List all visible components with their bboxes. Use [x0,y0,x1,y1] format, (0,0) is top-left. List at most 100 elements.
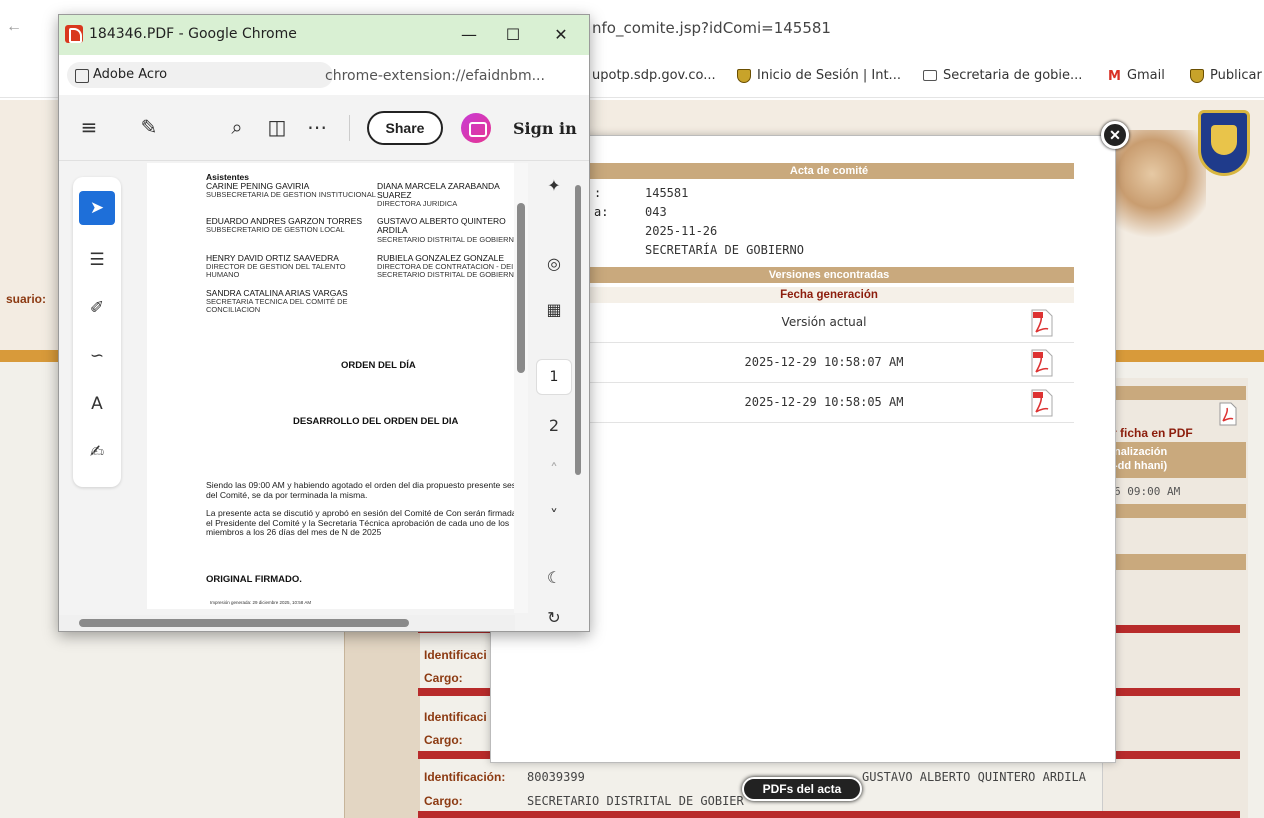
bookmark-sdp[interactable]: upotp.sdp.gov.co... [592,68,716,83]
attendee-role: SECRETARIA TECNICA DEL COMITÉ DE CONCILI… [206,297,348,314]
thumbnails-icon[interactable]: ▦ [536,293,572,327]
page-down-icon[interactable]: ˅ [536,499,572,533]
nombre-value: GUSTAVO ALBERTO QUINTERO ARDILA [862,770,1086,784]
versiones-title-bar: Versiones encontradas [584,267,1074,283]
share-button[interactable]: Share [367,111,443,145]
page-url[interactable]: nfo_comite.jsp?idComi=145581 [592,19,831,37]
identificacion-label: Identificación: [424,770,506,784]
toolbar-divider [349,115,350,141]
pdfs-del-acta-badge: PDFs del acta [742,777,862,801]
panel-strip [1110,554,1246,570]
identificacion-value: 80039399 [527,770,585,784]
version-date: Versión actual [781,315,867,329]
menu-icon[interactable]: ≡ [75,113,103,141]
page-2-button[interactable]: 2 [536,409,572,443]
attendee-role: SUBSECRETARIA DE GESTION INSTITUCIONAL [206,190,376,199]
rail-scrollbar[interactable] [573,165,583,615]
acta-id-value: 145581 [645,186,689,200]
comment-icon[interactable]: ☰ [79,243,115,277]
acrobat-toolbar: ≡ ✎ ⌕ ◫ ⋯ Share Sign in [59,95,589,161]
ai-assistant-icon[interactable]: ✦ [536,169,572,203]
header-illustration [1116,130,1206,240]
gmail-icon: M [1108,68,1121,84]
rotate-icon[interactable]: ↻ [536,601,572,635]
finalizacion-value: 6 09:00 AM [1114,485,1181,498]
highlight-pen-icon[interactable]: ✐ [79,291,115,325]
night-mode-icon[interactable]: ☾ [536,561,572,595]
window-titlebar[interactable]: 184346.PDF - Google Chrome — ☐ ✕ [59,15,589,55]
page-navigation-rail: ✦ ◎ ▦ 1 2 ˄ ˅ ☾ ↻ [529,163,579,627]
minimize-button[interactable]: — [451,21,487,49]
pdf-download-icon[interactable] [1030,309,1054,337]
cargo-label: Cargo: [424,733,463,747]
row-divider [418,811,1240,818]
text-box-icon[interactable]: A [79,387,115,421]
select-cursor-icon[interactable]: ➤ [79,191,115,225]
window-title: 184346.PDF - Google Chrome [89,26,297,42]
panel-strip [1110,504,1246,518]
acta-title-bar: Acta de comité [584,163,1074,179]
scroll-thumb[interactable] [575,185,581,475]
search-icon[interactable]: ⌕ [223,113,251,141]
cargo-label: Cargo: [424,794,463,808]
folder-icon [923,70,937,81]
panel-strip [1110,386,1246,400]
fecha-generacion-header: Fecha generación [584,287,1074,303]
version-row: 2025-12-29 10:58:05 AM [584,383,1074,423]
attendee-role: DIRECTORA DE CONTRATACION - DEI SECRETAR… [377,262,514,279]
page-view-icon[interactable]: ◫ [263,113,291,141]
attendee-role: DIRECTORA JURIDICA [377,199,458,208]
maximize-button[interactable]: ☐ [495,21,531,49]
desarrollo-heading: DESARROLLO DEL ORDEN DEL DIA [293,416,459,427]
close-modal-button[interactable]: ✕ [1101,121,1129,149]
attendee-role: DIRECTOR DE GESTION DEL TALENTO HUMANO [206,262,346,279]
bookmark-publicar[interactable]: Publicar [1190,68,1262,83]
attendee-role: SUBSECRETARIO DE GESTION LOCAL [206,225,345,234]
attendee-name: GUSTAVO ALBERTO QUINTERO ARDILA [377,216,506,235]
acta-field-label: : [594,186,602,200]
page-1-button[interactable]: 1 [536,359,572,395]
close-window-button[interactable]: ✕ [543,21,579,49]
version-date: 2025-12-29 10:58:05 AM [744,395,904,409]
draw-freeform-icon[interactable]: ∽ [79,339,115,373]
acta-fecha-value: 2025-11-26 [645,224,718,238]
cargo-label: Cargo: [424,671,463,685]
scroll-thumb[interactable] [517,203,525,373]
identificacion-label: Identificaci [424,648,487,662]
version-date: 2025-12-29 10:58:07 AM [744,355,904,369]
pdf-viewer-window: 184346.PDF - Google Chrome — ☐ ✕ Adobe A… [58,14,590,632]
more-options-icon[interactable]: ⋯ [303,113,331,141]
acta-entidad-value: SECRETARÍA DE GOBIERNO [645,243,804,257]
orden-del-dia-heading: ORDEN DEL DÍA [341,360,416,371]
version-row: Versión actual [584,303,1074,343]
sign-icon[interactable]: ✍ [79,435,115,469]
cierre-paragraph: Siendo las 09:00 AM y habiendo agotado e… [206,480,515,500]
ver-ficha-pdf-link[interactable]: r ficha en PDF [1112,426,1193,440]
page-up-icon[interactable]: ˄ [536,453,572,487]
window-url-bar: Adobe Acro chrome-extension://efaidnbm..… [59,55,589,95]
bookmark-gmail[interactable]: M Gmail [1108,68,1165,84]
pdf-icon[interactable] [1218,402,1238,426]
extension-chip[interactable]: Adobe Acro [67,62,333,88]
pdf-vertical-scrollbar[interactable] [514,163,528,613]
sign-in-button[interactable]: Sign in [513,119,577,138]
back-arrow-icon[interactable]: ← [6,18,22,36]
shield-icon [1190,68,1204,83]
scroll-thumb[interactable] [79,619,409,627]
adobe-pdf-icon [65,25,83,43]
pdf-page: Asistentes CARINE PENING GAVIRIA SUBSECR… [147,163,515,609]
acta-field-label: a: [594,205,609,219]
extension-url[interactable]: chrome-extension://efaidnbm... [325,68,545,84]
finalizacion-header: nalización -dd hhani) [1110,442,1246,478]
bogota-coat-of-arms-logo [1198,110,1250,176]
pdf-horizontal-scrollbar[interactable] [59,615,515,631]
usuario-label: suario: [6,292,47,306]
ai-assistant-icon[interactable]: ✎ [135,113,163,141]
pdf-download-icon[interactable] [1030,349,1054,377]
attendee-role: SECRETARIO DISTRITAL DE GOBIERN [377,235,514,244]
bookmark-secretaria[interactable]: Secretaria de gobie... [923,68,1082,83]
pdf-download-icon[interactable] [1030,389,1054,417]
bookmark-inicio-sesion[interactable]: Inicio de Sesión | Int... [737,68,901,83]
comments-panel-icon[interactable]: ◎ [536,247,572,281]
ai-chat-icon[interactable] [461,113,491,143]
